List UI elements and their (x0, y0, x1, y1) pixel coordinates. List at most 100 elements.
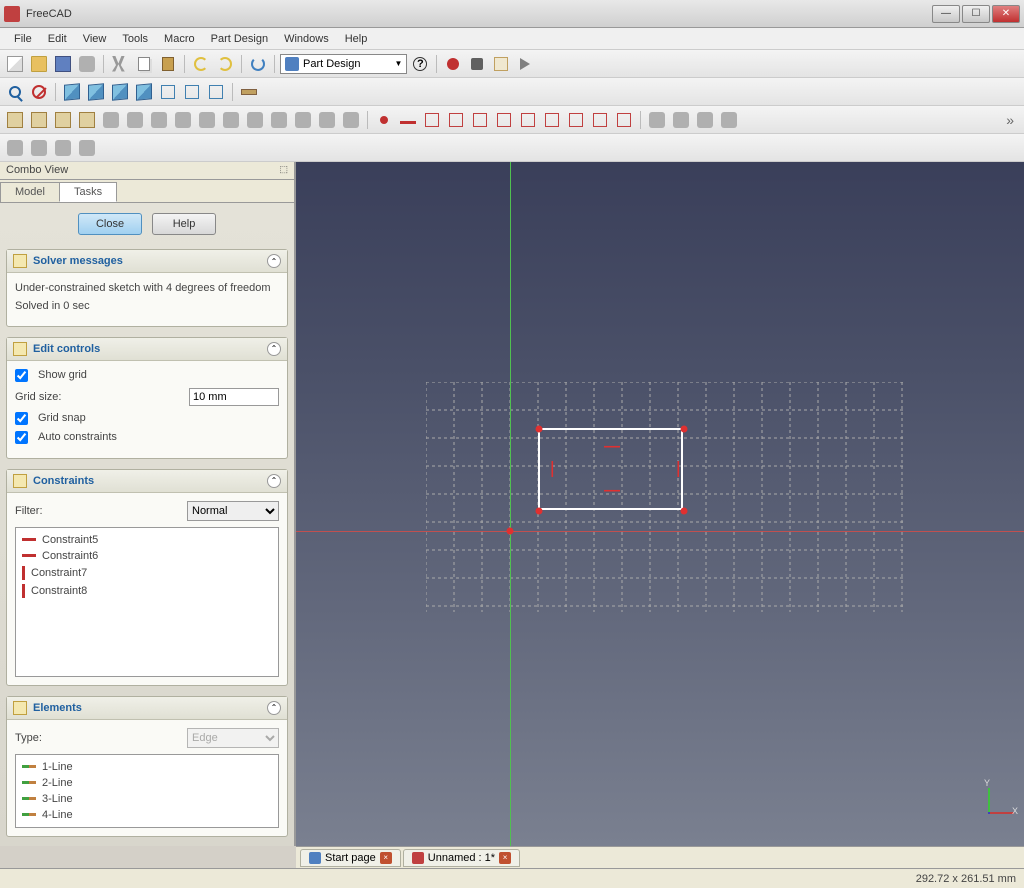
elements-list[interactable]: 1-Line 2-Line 3-Line 4-Line (15, 754, 279, 828)
select-origin-button[interactable] (4, 137, 26, 159)
save-button[interactable] (52, 53, 74, 75)
help-button[interactable]: Help (152, 213, 216, 235)
multi-transform-button[interactable] (340, 109, 362, 131)
mirror-button[interactable] (268, 109, 290, 131)
tab-unnamed[interactable]: Unnamed : 1* × (403, 849, 520, 867)
constraint-vertical-button[interactable] (694, 109, 716, 131)
right-view-button[interactable] (133, 81, 155, 103)
menu-edit[interactable]: Edit (40, 31, 75, 47)
undo-button[interactable] (190, 53, 212, 75)
fit-view-button[interactable] (4, 81, 26, 103)
cut-button[interactable] (109, 53, 131, 75)
constraint-coincident-button[interactable] (646, 109, 668, 131)
sketch-point-button[interactable] (373, 109, 395, 131)
macro-list-button[interactable] (490, 53, 512, 75)
left-view-button[interactable] (205, 81, 227, 103)
new-sketch-button[interactable] (4, 109, 26, 131)
sketch-vertex[interactable] (536, 426, 543, 433)
iso-view-button[interactable] (61, 81, 83, 103)
linear-pattern-button[interactable] (292, 109, 314, 131)
sketch-trim-button[interactable] (565, 109, 587, 131)
show-grid-checkbox[interactable] (15, 369, 28, 382)
sketch-construction-button[interactable] (613, 109, 635, 131)
revolve-button[interactable] (148, 109, 170, 131)
redo-button[interactable] (214, 53, 236, 75)
sketch-fillet-button[interactable] (541, 109, 563, 131)
edit-sketch-button[interactable] (28, 109, 50, 131)
close-tab-button[interactable]: × (380, 852, 392, 864)
map-sketch-button[interactable] (76, 109, 98, 131)
tab-tasks[interactable]: Tasks (59, 182, 117, 202)
sketch-vertex[interactable] (536, 508, 543, 515)
constraint-pointonobj-button[interactable] (670, 109, 692, 131)
open-button[interactable] (28, 53, 50, 75)
collapse-button[interactable]: ⌃ (267, 474, 281, 488)
close-tab-button[interactable]: × (499, 852, 511, 864)
draft-button[interactable] (244, 109, 266, 131)
auto-constraints-checkbox[interactable] (15, 431, 28, 444)
macro-run-button[interactable] (514, 53, 536, 75)
bottom-view-button[interactable] (181, 81, 203, 103)
origin-point[interactable] (507, 528, 514, 535)
collapse-button[interactable]: ⌃ (267, 701, 281, 715)
grid-snap-checkbox[interactable] (15, 412, 28, 425)
construction-icon (617, 113, 631, 127)
copy-button[interactable] (133, 53, 155, 75)
sketch-vertex[interactable] (681, 508, 688, 515)
constraint-horizontal-button[interactable] (718, 109, 740, 131)
menu-help[interactable]: Help (337, 31, 376, 47)
new-button[interactable] (4, 53, 26, 75)
groove-button[interactable] (172, 109, 194, 131)
collapse-button[interactable]: ⌃ (267, 254, 281, 268)
minimize-button[interactable]: — (932, 5, 960, 23)
grid-size-input[interactable] (189, 388, 279, 406)
menu-tools[interactable]: Tools (114, 31, 156, 47)
chamfer-button[interactable] (220, 109, 242, 131)
macro-record-button[interactable] (442, 53, 464, 75)
sketch-external-button[interactable] (589, 109, 611, 131)
menu-partdesign[interactable]: Part Design (203, 31, 276, 47)
sketch-vertex[interactable] (681, 426, 688, 433)
menu-view[interactable]: View (75, 31, 115, 47)
menu-file[interactable]: File (6, 31, 40, 47)
pad-button[interactable] (100, 109, 122, 131)
draw-style-button[interactable] (28, 81, 50, 103)
close-window-button[interactable]: ✕ (992, 5, 1020, 23)
top-view-button[interactable] (109, 81, 131, 103)
3d-viewport[interactable]: — — — — Y X (296, 162, 1024, 846)
select-haxis-button[interactable] (52, 137, 74, 159)
sketch-slot-button[interactable] (517, 109, 539, 131)
sketch-arc-button[interactable] (421, 109, 443, 131)
rear-view-button[interactable] (157, 81, 179, 103)
toolbar-overflow[interactable]: » (1006, 112, 1020, 128)
maximize-button[interactable]: ☐ (962, 5, 990, 23)
sketch-circle-button[interactable] (445, 109, 467, 131)
sketch-line-button[interactable] (397, 109, 419, 131)
filter-select[interactable]: Normal (187, 501, 279, 521)
type-select[interactable]: Edge (187, 728, 279, 748)
front-view-button[interactable] (85, 81, 107, 103)
pin-icon[interactable]: ⬚ (279, 164, 288, 177)
collapse-button[interactable]: ⌃ (267, 342, 281, 356)
menu-macro[interactable]: Macro (156, 31, 203, 47)
paste-button[interactable] (157, 53, 179, 75)
sketch-polyline-button[interactable] (469, 109, 491, 131)
select-vaxis-button[interactable] (28, 137, 50, 159)
leave-sketch-button[interactable] (52, 109, 74, 131)
close-shape-button[interactable] (76, 137, 98, 159)
tab-model[interactable]: Model (0, 182, 60, 202)
whatsthis-button[interactable]: ? (409, 53, 431, 75)
menu-windows[interactable]: Windows (276, 31, 337, 47)
refresh-button[interactable] (247, 53, 269, 75)
fillet-button[interactable] (196, 109, 218, 131)
workbench-selector[interactable]: Part Design ▼ (280, 54, 407, 74)
print-button[interactable] (76, 53, 98, 75)
constraints-list[interactable]: Constraint5 Constraint6 Constraint7 Cons… (15, 527, 279, 677)
measure-button[interactable] (238, 81, 260, 103)
close-button[interactable]: Close (78, 213, 142, 235)
pocket-button[interactable] (124, 109, 146, 131)
macro-stop-button[interactable] (466, 53, 488, 75)
polar-pattern-button[interactable] (316, 109, 338, 131)
tab-startpage[interactable]: Start page × (300, 849, 401, 867)
sketch-rect-button[interactable] (493, 109, 515, 131)
